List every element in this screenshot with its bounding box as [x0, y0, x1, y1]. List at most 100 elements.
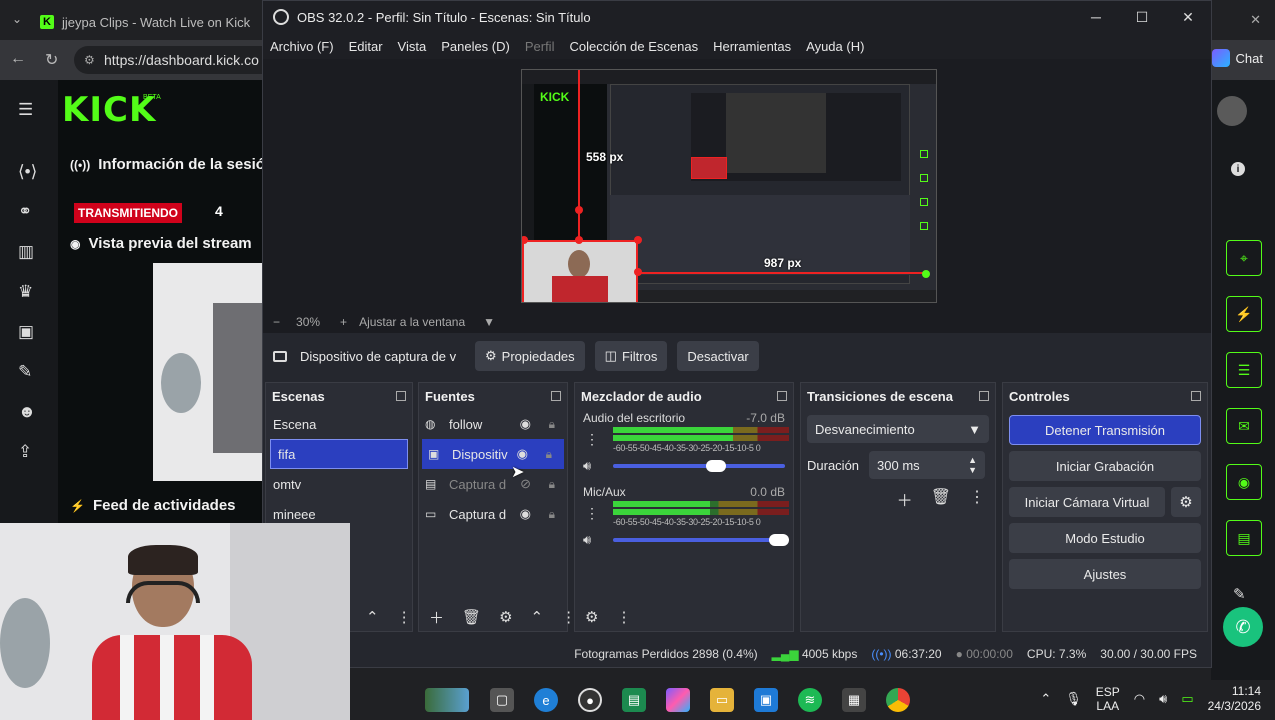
menu-docks[interactable]: Paneles (D): [441, 39, 510, 54]
avatar[interactable]: [1217, 96, 1247, 126]
spinner-arrows-icon[interactable]: ▲ ▼: [968, 455, 977, 475]
lock-icon[interactable]: 🔒︎: [549, 477, 555, 492]
channel-menu-icon[interactable]: ⋮: [585, 431, 599, 448]
video-icon[interactable]: ▣: [18, 322, 34, 342]
community-icon[interactable]: ☻: [18, 402, 36, 422]
volume-slider[interactable]: [612, 534, 789, 546]
move-up-icon[interactable]: ⌃: [531, 608, 544, 626]
channel-menu-icon[interactable]: ⋮: [585, 505, 599, 522]
back-icon[interactable]: ←: [10, 50, 26, 68]
chat-button[interactable]: Chat: [1211, 49, 1263, 67]
menu-icon[interactable]: ☰: [18, 100, 33, 120]
advanced-audio-icon[interactable]: ⚙: [585, 608, 598, 626]
transition-select[interactable]: Desvanecimiento ▼: [807, 415, 989, 443]
menu-profile[interactable]: Perfil: [525, 39, 555, 54]
scene-item[interactable]: omtv: [266, 469, 412, 499]
analytics-icon[interactable]: ▥: [18, 242, 34, 262]
volume-knob[interactable]: [768, 534, 789, 546]
duration-spinbox[interactable]: 300 ms ▲ ▼: [869, 451, 986, 479]
info-icon[interactable]: i: [1231, 162, 1245, 176]
source-properties-icon[interactable]: ⚙: [499, 608, 512, 626]
tool-icon[interactable]: ✎: [1233, 585, 1246, 603]
volume-slider[interactable]: [612, 460, 785, 472]
upload-icon[interactable]: ⇪: [18, 442, 32, 462]
live-icon[interactable]: ⟨•⟩: [18, 162, 37, 182]
start-recording-button[interactable]: Iniciar Grabación: [1009, 451, 1201, 481]
app-icon[interactable]: ▤: [622, 688, 646, 712]
undock-icon[interactable]: [1191, 391, 1201, 401]
rotate-handle[interactable]: [575, 206, 583, 214]
speaker-icon[interactable]: 🔊︎: [583, 532, 605, 548]
task-view-icon[interactable]: ▢: [490, 688, 514, 712]
resize-handle[interactable]: [634, 268, 642, 276]
language-indicator[interactable]: ESP LAA: [1096, 685, 1120, 713]
copilot-taskbar-icon[interactable]: [666, 688, 690, 712]
window-close-icon[interactable]: ✕: [1250, 12, 1261, 28]
bolt-action-icon[interactable]: ⚡: [1226, 296, 1262, 332]
close-icon[interactable]: ✕: [1165, 1, 1211, 33]
zoom-in-button[interactable]: +: [340, 315, 347, 329]
minimize-icon[interactable]: ─: [1073, 1, 1119, 33]
menu-file[interactable]: Archivo (F): [270, 39, 334, 54]
widgets-icon[interactable]: [425, 688, 469, 712]
zoom-out-button[interactable]: −: [273, 315, 280, 329]
lock-icon[interactable]: 🔒︎: [546, 447, 552, 462]
fit-to-window-label[interactable]: Ajustar a la ventana: [359, 315, 465, 329]
scene-item[interactable]: Escena: [266, 409, 412, 439]
resize-handle[interactable]: [575, 236, 583, 244]
obs-taskbar-icon[interactable]: ●: [578, 688, 602, 712]
trophy-icon[interactable]: ♛: [18, 282, 33, 302]
source-item-selected[interactable]: ▣ Dispositiv ◉ 🔒︎: [422, 439, 564, 469]
menu-view[interactable]: Vista: [398, 39, 427, 54]
wifi-icon[interactable]: ◠: [1134, 691, 1145, 707]
obs-preview-canvas[interactable]: KICK 558 px 987 px: [521, 69, 937, 303]
source-item[interactable]: ◍ follow ◉ 🔒︎: [419, 409, 567, 439]
volume-knob[interactable]: [706, 460, 727, 472]
scene-item-selected[interactable]: fifa: [270, 439, 408, 469]
chevron-up-icon[interactable]: ⌃: [1040, 691, 1051, 707]
filters-button[interactable]: ◫ Filtros: [594, 341, 668, 371]
studio-mode-button[interactable]: Modo Estudio: [1009, 523, 1201, 553]
mixer-menu-icon[interactable]: ⋮: [616, 608, 631, 626]
transition-menu-icon[interactable]: ⋮: [969, 487, 985, 511]
battery-icon[interactable]: ▭: [1181, 691, 1193, 707]
store-icon[interactable]: ▦: [842, 688, 866, 712]
obs-preview-area[interactable]: KICK 558 px 987 px: [263, 59, 1211, 311]
visibility-eye-icon[interactable]: ◉: [520, 506, 531, 522]
maximize-icon[interactable]: ☐: [1119, 1, 1165, 33]
scan-icon[interactable]: ⌖: [1226, 240, 1262, 276]
lock-icon[interactable]: 🔒︎: [549, 417, 555, 432]
move-up-icon[interactable]: ⌃: [366, 608, 379, 626]
undock-icon[interactable]: [979, 391, 989, 401]
start-virtual-camera-button[interactable]: Iniciar Cámara Virtual: [1009, 487, 1165, 517]
settings-button[interactable]: Ajustes: [1009, 559, 1201, 589]
notes-icon[interactable]: ☰: [1226, 352, 1262, 388]
scene-menu-icon[interactable]: ⋮: [397, 608, 412, 626]
tab-list-icon[interactable]: ⌄: [12, 12, 22, 26]
source-item[interactable]: ▤ Captura d ⊘ 🔒︎: [419, 469, 567, 499]
wrench-icon[interactable]: ✎: [18, 362, 32, 382]
menu-scene-collection[interactable]: Colección de Escenas: [569, 39, 698, 54]
reload-icon[interactable]: ↻: [45, 50, 58, 70]
app-icon[interactable]: ▣: [754, 688, 778, 712]
clock[interactable]: 11:14 24/3/2026: [1208, 684, 1261, 714]
stop-stream-button[interactable]: Detener Transmisión: [1009, 415, 1201, 445]
visibility-eye-icon[interactable]: ◉: [520, 416, 531, 432]
link-icon[interactable]: ⚭: [18, 202, 32, 222]
chrome-icon[interactable]: [886, 688, 910, 712]
undock-icon[interactable]: [777, 391, 787, 401]
browser-tab[interactable]: K jjeypa Clips - Watch Live on Kick ×: [40, 8, 274, 36]
chat-bubble-icon[interactable]: ✉: [1226, 408, 1262, 444]
visibility-eye-icon[interactable]: ◉: [517, 446, 528, 462]
add-transition-icon[interactable]: ＋: [897, 487, 913, 511]
zoom-dropdown-icon[interactable]: ▼: [483, 315, 495, 329]
speaker-icon[interactable]: 🔊︎: [583, 458, 605, 474]
layout-icon[interactable]: ▤: [1226, 520, 1262, 556]
deactivate-button[interactable]: Desactivar: [677, 341, 759, 371]
edge-icon[interactable]: e: [534, 688, 558, 712]
remove-source-icon[interactable]: 🗑︎: [462, 608, 481, 626]
volume-icon[interactable]: 🔊︎: [1159, 691, 1167, 707]
undock-icon[interactable]: [551, 391, 561, 401]
webcam-source-selected[interactable]: [522, 240, 638, 302]
properties-button[interactable]: ⚙ Propiedades: [475, 341, 585, 371]
